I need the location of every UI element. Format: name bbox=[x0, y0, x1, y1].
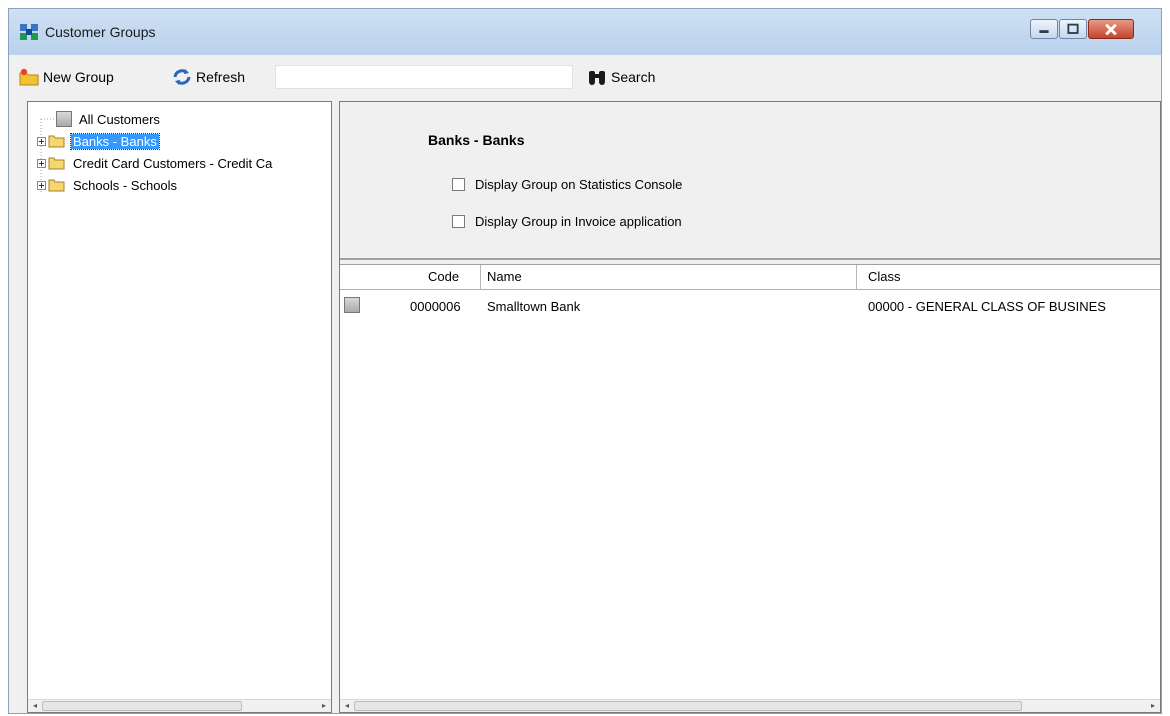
close-button[interactable] bbox=[1088, 19, 1134, 39]
tree-horizontal-scrollbar[interactable]: ◂ ▸ bbox=[28, 699, 331, 712]
refresh-label: Refresh bbox=[196, 69, 246, 85]
folder-icon bbox=[48, 157, 65, 170]
minimize-button[interactable] bbox=[1030, 19, 1058, 39]
scroll-right-icon[interactable]: ▸ bbox=[1149, 701, 1157, 711]
customers-grid[interactable]: Code Name Class 0000006 Smalltown Bank 0… bbox=[340, 264, 1160, 712]
scroll-left-icon[interactable]: ◂ bbox=[343, 701, 351, 711]
search-button[interactable]: Search bbox=[587, 66, 655, 88]
tree-item-credit-card-customers[interactable]: Credit Card Customers - Credit Ca bbox=[28, 153, 274, 173]
maximize-button[interactable] bbox=[1059, 19, 1087, 39]
cell-class: 00000 - GENERAL CLASS OF BUSINES bbox=[868, 299, 1106, 314]
checkbox-label: Display Group in Invoice application bbox=[475, 214, 682, 229]
tree-item-label: Credit Card Customers - Credit Ca bbox=[73, 155, 273, 171]
cell-code: 0000006 bbox=[410, 299, 461, 314]
group-tree[interactable]: All Customers Banks - Banks Credit Card … bbox=[27, 101, 332, 713]
binoculars-icon bbox=[589, 71, 605, 85]
table-row[interactable]: 0000006 Smalltown Bank 00000 - GENERAL C… bbox=[340, 296, 1160, 318]
tree-item-schools[interactable]: Schools - Schools bbox=[28, 175, 179, 195]
cell-name: Smalltown Bank bbox=[487, 299, 581, 314]
customer-icon bbox=[344, 297, 360, 313]
new-group-label: New Group bbox=[43, 69, 114, 85]
scrollbar-thumb[interactable] bbox=[42, 701, 242, 711]
window-title: Customer Groups bbox=[45, 24, 156, 40]
tree-item-label: Schools - Schools bbox=[73, 177, 178, 193]
tree-item-label: All Customers bbox=[79, 111, 160, 127]
close-icon bbox=[1105, 23, 1117, 36]
group-title: Banks - Banks bbox=[428, 132, 525, 148]
minimize-icon bbox=[1039, 30, 1049, 33]
search-input[interactable] bbox=[275, 65, 573, 89]
invoice-application-checkbox[interactable] bbox=[452, 215, 465, 228]
scroll-left-icon[interactable]: ◂ bbox=[31, 701, 39, 711]
checkbox-label: Display Group on Statistics Console bbox=[475, 177, 683, 192]
customer-groups-window: Customer Groups New Group Refresh Search… bbox=[8, 8, 1162, 714]
group-detail-panel: Banks - Banks Display Group on Statistic… bbox=[339, 101, 1161, 713]
column-divider[interactable] bbox=[480, 265, 481, 289]
tree-item-banks[interactable]: Banks - Banks bbox=[28, 131, 160, 151]
new-group-icon bbox=[19, 68, 39, 86]
invoice-application-option[interactable]: Display Group in Invoice application bbox=[452, 214, 682, 229]
column-header-name[interactable]: Name bbox=[487, 269, 522, 284]
toolbar: New Group Refresh Search bbox=[9, 55, 1161, 101]
column-header-class[interactable]: Class bbox=[868, 269, 901, 284]
refresh-button[interactable]: Refresh bbox=[172, 66, 245, 88]
column-divider[interactable] bbox=[856, 265, 857, 289]
group-settings: Banks - Banks Display Group on Statistic… bbox=[340, 102, 1160, 260]
grid-horizontal-scrollbar[interactable]: ◂ ▸ bbox=[340, 699, 1160, 712]
tree-item-all-customers[interactable]: All Customers bbox=[56, 109, 162, 129]
grid-header: Code Name Class bbox=[340, 265, 1160, 290]
maximize-icon bbox=[1067, 23, 1079, 34]
folder-open-icon bbox=[48, 135, 65, 148]
scrollbar-thumb[interactable] bbox=[354, 701, 1022, 711]
customer-groups-app-icon bbox=[20, 24, 38, 40]
expand-icon[interactable] bbox=[37, 180, 46, 190]
statistics-console-checkbox[interactable] bbox=[452, 178, 465, 191]
title-bar[interactable]: Customer Groups bbox=[9, 9, 1161, 55]
expand-icon[interactable] bbox=[37, 136, 46, 146]
statistics-console-option[interactable]: Display Group on Statistics Console bbox=[452, 177, 682, 192]
folder-icon bbox=[48, 179, 65, 192]
tree-item-label: Banks - Banks bbox=[70, 132, 160, 150]
new-group-button[interactable]: New Group bbox=[19, 66, 114, 88]
refresh-icon bbox=[173, 69, 191, 85]
customer-icon bbox=[56, 111, 72, 127]
scroll-right-icon[interactable]: ▸ bbox=[320, 701, 328, 711]
search-label: Search bbox=[611, 69, 656, 85]
expand-icon[interactable] bbox=[37, 158, 46, 168]
column-header-code[interactable]: Code bbox=[428, 269, 459, 284]
